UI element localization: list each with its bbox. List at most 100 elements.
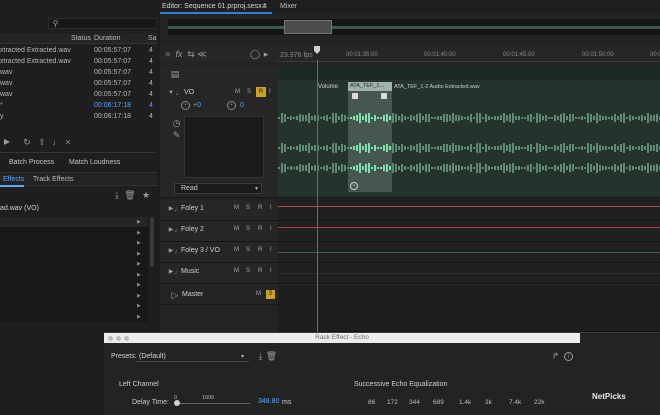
clip-fx-icon[interactable]: • <box>350 182 358 190</box>
fade-in-handle[interactable] <box>352 93 358 99</box>
track-mute-button[interactable]: M <box>234 268 239 274</box>
delay-slider-thumb[interactable] <box>174 400 180 406</box>
eq-band-label[interactable]: 344 <box>409 399 420 406</box>
window-minimize-button[interactable] <box>116 336 121 341</box>
vo-volume-value[interactable]: +0 <box>193 102 201 109</box>
export-icon[interactable]: ⇪ <box>37 137 47 147</box>
batch-process-button[interactable]: Batch Process <box>9 159 54 166</box>
track-mute-button[interactable]: M <box>234 226 239 232</box>
eq-band-label[interactable]: 7.4k <box>509 399 521 406</box>
vo-pan-value[interactable]: 0 <box>240 102 244 109</box>
playhead-handle[interactable] <box>314 46 320 54</box>
window-zoom-button[interactable] <box>124 336 129 341</box>
track-solo-button[interactable]: S <box>246 205 250 211</box>
sidechain-icon[interactable]: ↱ <box>551 352 560 361</box>
file-row[interactable]: wav 00:05:57:07 4 <box>0 67 157 78</box>
effect-slot-arrow-icon[interactable]: ▶ <box>137 251 141 257</box>
track-solo-button[interactable]: S <box>246 226 250 232</box>
master-track-name[interactable]: Master <box>182 291 203 298</box>
eq-band-label[interactable]: 3k <box>485 399 492 406</box>
send-icon[interactable]: ⇆ <box>186 49 196 59</box>
track-mute-button[interactable]: M <box>234 205 239 211</box>
track-solo-button[interactable]: S <box>246 247 250 253</box>
file-row[interactable]: wav 00:05:57:07 4 <box>0 78 157 89</box>
expand-chevron-icon[interactable]: ▼ <box>167 89 175 97</box>
overview-strip[interactable] <box>168 19 660 35</box>
effect-slot-arrow-icon[interactable]: ▶ <box>137 261 141 267</box>
save-preset-icon[interactable]: ⤓ <box>112 190 122 200</box>
file-row[interactable]: xtracted Extracted.wav 00:05:57:07 4 <box>0 45 157 56</box>
effect-slot-selected[interactable] <box>0 217 148 227</box>
files-search-input[interactable]: ⚲ <box>48 18 157 29</box>
file-row[interactable]: y 00:06:17:18 4 <box>0 111 157 122</box>
eq-band-label[interactable]: 172 <box>387 399 398 406</box>
input-icon[interactable]: ◯ <box>250 49 260 59</box>
info-icon[interactable]: i <box>564 352 573 361</box>
vo-solo-button[interactable]: S <box>247 89 251 95</box>
volume-icon[interactable]: ♩ <box>52 137 62 147</box>
effect-slot-arrow-icon[interactable]: ▶ <box>137 314 141 320</box>
track-solo-button[interactable]: S <box>246 268 250 274</box>
track-lane[interactable] <box>278 221 660 242</box>
track-name[interactable]: Foley 3 / VO <box>181 247 220 254</box>
track-name[interactable]: Music <box>181 268 199 275</box>
time-ruler[interactable]: 23.976 fps 00:01:35:00 00:01:40:00 00:01:4… <box>278 46 660 62</box>
effect-slot-arrow-icon[interactable]: ▶ <box>137 240 141 246</box>
effect-slot-arrow-icon[interactable]: ▶ <box>137 230 141 236</box>
delay-time-value[interactable]: 348.80 <box>258 398 279 405</box>
master-mute-button[interactable]: M <box>256 291 261 297</box>
track-input-monitor-button[interactable]: I <box>270 226 272 232</box>
match-loudness-button[interactable]: Match Loudness <box>69 159 120 166</box>
tab-menu-icon[interactable]: ≡ <box>262 2 267 11</box>
effect-slot-arrow-icon[interactable]: ▶ <box>137 303 141 309</box>
vo-input-monitor-button[interactable]: I <box>269 89 271 95</box>
column-status[interactable]: Status <box>71 35 91 42</box>
file-row[interactable]: wav 00:05:57:07 4 <box>0 89 157 100</box>
track-record-button[interactable]: R <box>258 247 262 253</box>
track-panel-icon[interactable]: ▤ <box>170 69 180 79</box>
track-record-button[interactable]: R <box>258 268 262 274</box>
selected-clip[interactable]: ATA_TEF_1... • <box>348 82 392 192</box>
file-row[interactable]: xtracted Extracted.wav 00:05:57:07 4 <box>0 56 157 67</box>
track-record-button[interactable]: R <box>258 205 262 211</box>
pan-knob[interactable]: • <box>227 101 236 110</box>
eq-band-label[interactable]: 22k <box>534 399 544 406</box>
effect-slot-arrow-icon[interactable]: ▶ <box>137 293 141 299</box>
close-icon[interactable]: × <box>63 137 73 147</box>
waveform-icon[interactable]: ≈ <box>163 49 173 59</box>
vo-mute-button[interactable]: M <box>235 89 240 95</box>
track-lane[interactable] <box>278 242 660 263</box>
master-lane[interactable] <box>278 285 660 332</box>
track-input-monitor-button[interactable]: I <box>270 247 272 253</box>
track-input-monitor-button[interactable]: I <box>270 268 272 274</box>
rack-title-bar[interactable]: Rack Effect - Echo <box>104 333 580 343</box>
vo-track-lane[interactable]: Volume ATA_TEF_1... • ATA_TEF_1-2 Audio … <box>278 66 660 198</box>
track-record-button[interactable]: R <box>258 226 262 232</box>
save-preset-icon[interactable]: ⤓ <box>256 352 265 361</box>
vo-track-name[interactable]: VO <box>184 89 194 96</box>
play-icon[interactable]: ▶ <box>2 137 12 147</box>
eq-band-label[interactable]: 1.4k <box>459 399 471 406</box>
eq-band-label[interactable]: 689 <box>433 399 444 406</box>
master-solo-button[interactable]: S <box>266 290 275 299</box>
trash-icon[interactable]: 🗑 <box>124 190 135 200</box>
column-s[interactable]: Sa <box>148 35 157 42</box>
delay-time-slider[interactable] <box>174 400 250 406</box>
tab-track-effects[interactable]: Track Effects <box>33 176 73 183</box>
pencil-icon[interactable]: ✎ <box>172 131 181 140</box>
window-close-button[interactable] <box>108 336 113 341</box>
eq-band-label[interactable]: 86 <box>368 399 375 406</box>
overview-viewport-handle[interactable] <box>284 20 332 34</box>
automation-mode-select[interactable]: Read ▾ <box>174 183 262 194</box>
track-input-monitor-button[interactable]: I <box>270 205 272 211</box>
track-lane[interactable] <box>278 263 660 284</box>
tab-mixer[interactable]: Mixer <box>280 3 297 10</box>
track-name[interactable]: Foley 2 <box>181 226 204 233</box>
eq-icon[interactable]: ≪ <box>197 49 207 59</box>
effects-scrollbar[interactable] <box>150 217 154 267</box>
file-row[interactable]: * 00:06:17:18 4 <box>0 100 157 111</box>
effect-slot-arrow-icon[interactable]: ▶ <box>137 282 141 288</box>
delete-preset-icon[interactable]: 🗑 <box>266 352 277 361</box>
fx-icon[interactable]: fx <box>174 49 184 59</box>
fade-out-handle[interactable] <box>381 93 387 99</box>
